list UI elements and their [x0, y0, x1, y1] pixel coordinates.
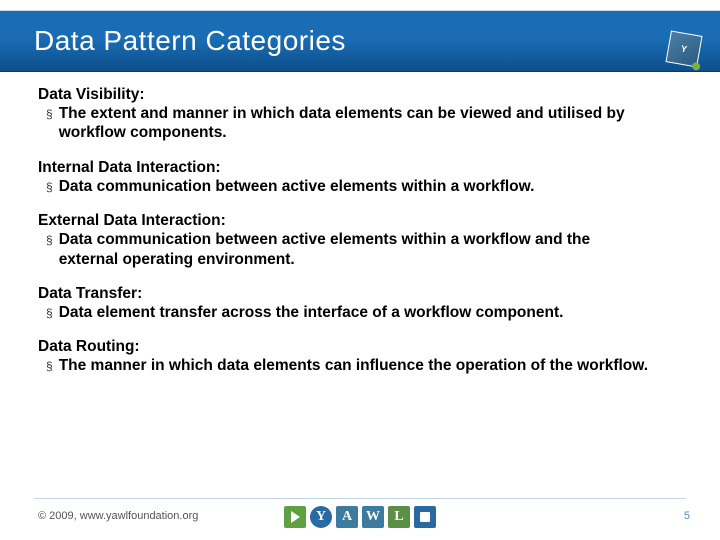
logo-letter-y: Y: [310, 506, 332, 528]
bullet-text: Data communication between active elemen…: [59, 177, 565, 196]
title-bar: Data Pattern Categories Y: [0, 10, 720, 72]
bullet-row: § The extent and manner in which data el…: [38, 104, 680, 143]
footer: © 2009, www.yawlfoundation.org Y A W L 5: [0, 484, 720, 540]
section-heading: Data Routing:: [38, 338, 680, 356]
bullet-icon: §: [46, 306, 53, 320]
slide-title: Data Pattern Categories: [0, 11, 720, 57]
bullet-row: § Data communication between active elem…: [38, 230, 680, 269]
bullet-icon: §: [46, 180, 53, 194]
copyright-text: © 2009, www.yawlfoundation.org: [38, 510, 198, 522]
logo-letter-w: W: [362, 506, 384, 528]
content-area: Data Visibility: § The extent and manner…: [38, 86, 680, 392]
section-external-data-interaction: External Data Interaction: § Data commun…: [38, 212, 680, 269]
section-heading: Data Visibility:: [38, 86, 680, 104]
section-heading: Internal Data Interaction:: [38, 159, 680, 177]
bullet-text: The manner in which data elements can in…: [59, 356, 678, 375]
bullet-text: Data element transfer across the interfa…: [59, 303, 594, 322]
section-data-transfer: Data Transfer: § Data element transfer a…: [38, 285, 680, 322]
section-heading: External Data Interaction:: [38, 212, 680, 230]
section-heading: Data Transfer:: [38, 285, 680, 303]
corner-logo-dot-icon: [692, 62, 701, 71]
stop-icon: [414, 506, 436, 528]
bullet-icon: §: [46, 233, 53, 247]
bullet-icon: §: [46, 359, 53, 373]
corner-logo-text: Y: [680, 44, 688, 55]
footer-divider: [34, 498, 686, 499]
corner-logo-icon: Y: [665, 30, 702, 67]
bullet-text: Data communication between active elemen…: [59, 230, 680, 269]
bullet-row: § The manner in which data elements can …: [38, 356, 680, 375]
bullet-text: The extent and manner in which data elem…: [59, 104, 680, 143]
slide: Data Pattern Categories Y Data Visibilit…: [0, 0, 720, 540]
bullet-row: § Data element transfer across the inter…: [38, 303, 680, 322]
section-internal-data-interaction: Internal Data Interaction: § Data commun…: [38, 159, 680, 196]
play-icon: [284, 506, 306, 528]
yawl-logo: Y A W L: [284, 506, 436, 528]
logo-letter-l: L: [388, 506, 410, 528]
bullet-icon: §: [46, 107, 53, 121]
slide-number: 5: [684, 510, 690, 522]
logo-letter-a: A: [336, 506, 358, 528]
section-data-routing: Data Routing: § The manner in which data…: [38, 338, 680, 375]
bullet-row: § Data communication between active elem…: [38, 177, 680, 196]
section-data-visibility: Data Visibility: § The extent and manner…: [38, 86, 680, 143]
